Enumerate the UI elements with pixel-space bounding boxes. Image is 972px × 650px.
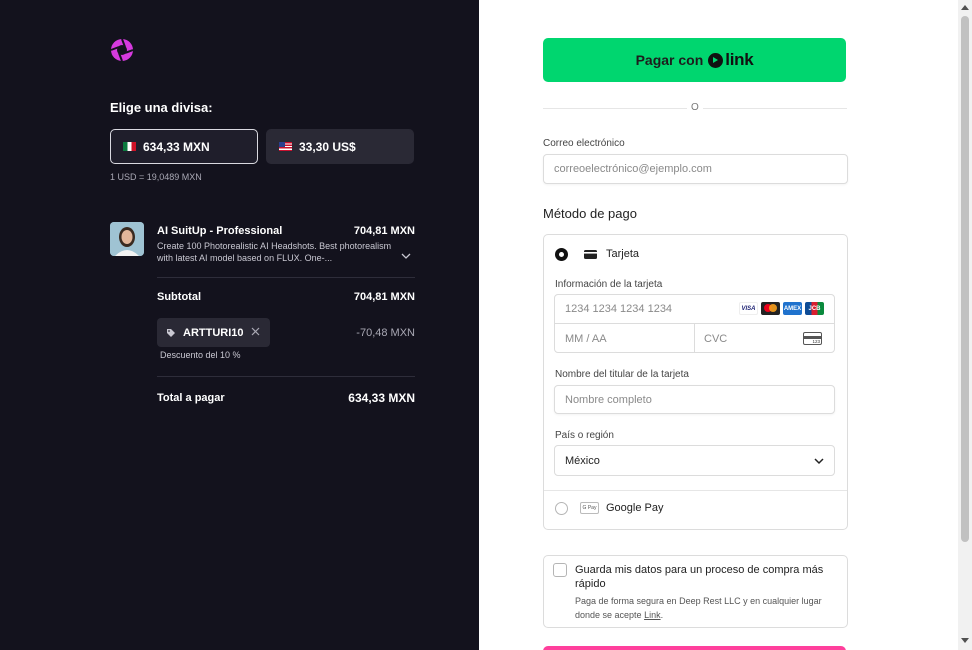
google-pay-label[interactable]: Google Pay	[606, 502, 663, 514]
link-arrow-icon	[708, 52, 724, 68]
or-label: O	[687, 102, 703, 113]
total-label: Total a pagar	[157, 392, 225, 404]
discount-label: Descuento del 10 %	[160, 350, 241, 360]
promo-code-text: ARTTURI10	[183, 326, 244, 339]
expiry-field[interactable]: MM / AA	[555, 324, 695, 353]
save-info-checkbox[interactable]	[553, 563, 567, 577]
total-value: 634,33 MXN	[348, 391, 415, 405]
card-info-group: 1234 1234 1234 1234 VISA AMEX JCB MM / A…	[554, 294, 835, 353]
product-name: AI SuitUp - Professional	[157, 225, 283, 237]
subtotal-label: Subtotal	[157, 291, 201, 303]
product-image	[110, 222, 144, 256]
google-pay-icon: G Pay	[580, 502, 599, 514]
card-info-label: Información de la tarjeta	[555, 279, 663, 290]
email-label: Correo electrónico	[543, 138, 625, 149]
exchange-rate: 1 USD = 19,0489 MXN	[110, 172, 202, 182]
country-label: País o región	[555, 430, 614, 441]
us-flag-icon	[279, 142, 292, 151]
card-radio[interactable]	[555, 248, 568, 261]
save-desc-end: .	[660, 610, 664, 620]
subtotal-value: 704,81 MXN	[353, 291, 415, 303]
email-field[interactable]: correoelectrónico@ejemplo.com	[543, 154, 848, 184]
order-summary-panel: Elige una divisa: 634,33 MXN 33,30 US$ 1…	[0, 0, 479, 650]
cvc-card-icon	[803, 332, 822, 345]
promo-code-chip: ARTTURI10	[157, 318, 270, 347]
amex-icon: AMEX	[783, 302, 802, 315]
product-description: Create 100 Photorealistic AI Headshots. …	[157, 241, 392, 263]
country-select[interactable]: México	[554, 445, 835, 476]
link-info-link[interactable]: Link	[644, 610, 661, 620]
mexico-flag-icon	[123, 142, 136, 151]
cvc-placeholder: CVC	[704, 332, 728, 345]
divider	[157, 376, 415, 377]
jcb-icon: JCB	[805, 302, 824, 315]
card-number-field[interactable]: 1234 1234 1234 1234 VISA AMEX JCB	[555, 295, 834, 324]
card-method-label[interactable]: Tarjeta	[606, 248, 639, 260]
pay-submit-button[interactable]	[543, 646, 846, 650]
currency-title: Elige una divisa:	[110, 100, 213, 115]
expand-description-chevron-icon[interactable]	[401, 252, 411, 260]
card-brands: VISA AMEX JCB	[739, 302, 824, 315]
credit-card-icon	[584, 250, 597, 259]
google-pay-radio[interactable]	[555, 502, 568, 515]
currency-option-label: 33,30 US$	[299, 139, 356, 154]
save-info-description: Paga de forma segura en Deep Rest LLC y …	[575, 594, 840, 622]
divider	[544, 490, 847, 491]
link-brand-text: link	[725, 50, 754, 69]
currency-option-mxn[interactable]: 634,33 MXN	[110, 129, 258, 164]
pay-with-link-label: Pagar con	[635, 52, 704, 68]
scroll-up-arrow-icon[interactable]	[961, 5, 969, 10]
save-info-title[interactable]: Guarda mis datos para un proceso de comp…	[575, 563, 840, 591]
cardholder-name-field[interactable]: Nombre completo	[554, 385, 835, 414]
divider	[157, 277, 415, 278]
discount-value: -70,48 MXN	[356, 327, 415, 339]
scroll-down-arrow-icon[interactable]	[961, 638, 969, 643]
scrollbar-thumb[interactable]	[961, 16, 969, 542]
card-number-placeholder: 1234 1234 1234 1234	[565, 303, 673, 315]
chevron-down-icon	[814, 458, 824, 465]
product-portrait-icon	[110, 222, 144, 256]
page-scrollbar[interactable]	[958, 0, 972, 650]
product-price: 704,81 MXN	[353, 225, 415, 237]
country-value: México	[565, 454, 600, 467]
remove-promo-close-icon[interactable]	[250, 326, 261, 337]
payment-method-title: Método de pago	[543, 206, 637, 221]
currency-option-usd[interactable]: 33,30 US$	[266, 129, 414, 164]
tag-icon	[167, 328, 175, 337]
visa-icon: VISA	[739, 302, 758, 315]
mastercard-icon	[761, 302, 780, 315]
cvc-field[interactable]: CVC	[695, 324, 834, 353]
checkout-panel: Pagar con link O Correo electrónico corr…	[479, 0, 958, 650]
save-info-box: Guarda mis datos para un proceso de comp…	[543, 555, 848, 628]
currency-option-label: 634,33 MXN	[143, 139, 210, 154]
save-desc-text: Paga de forma segura en Deep Rest LLC y …	[575, 596, 822, 620]
link-logo: link	[708, 50, 754, 70]
brand-logo-icon[interactable]	[110, 38, 134, 62]
pay-with-link-button[interactable]: Pagar con link	[543, 38, 846, 82]
cardholder-label: Nombre del titular de la tarjeta	[555, 369, 689, 380]
